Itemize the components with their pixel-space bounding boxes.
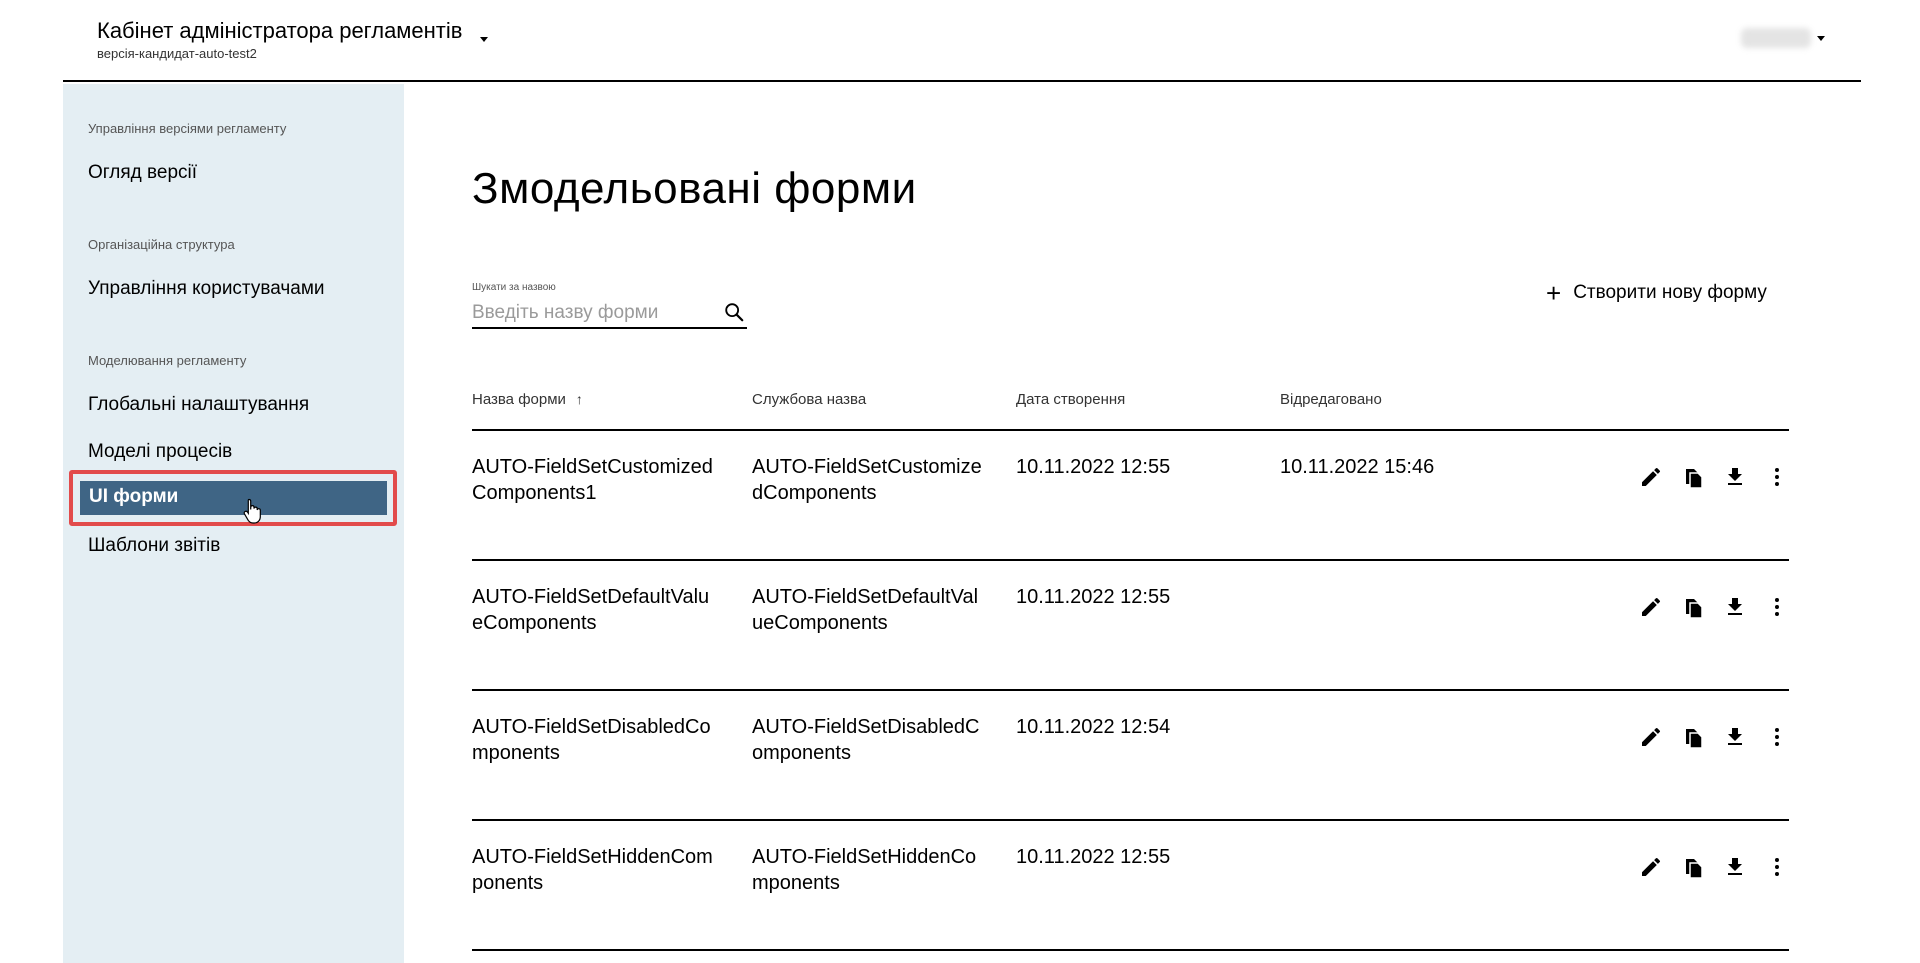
app-switcher[interactable]: Кабінет адміністратора регламентів версі… xyxy=(97,18,489,62)
table-row: AUTO-FieldSetDefaultValueComponents AUTO… xyxy=(472,561,1789,691)
main-content: Змодельовані форми Шукати за назвою + Ст… xyxy=(404,84,1861,963)
create-form-label: Створити нову форму xyxy=(1573,282,1767,303)
created-date-cell: 10.11.2022 12:55 xyxy=(1016,456,1171,478)
download-icon[interactable] xyxy=(1723,855,1747,879)
page-title: Змодельовані форми xyxy=(472,164,917,213)
sidebar-section-title: Організаційна структура xyxy=(88,237,235,252)
search-input[interactable] xyxy=(472,299,712,327)
copy-icon[interactable] xyxy=(1681,465,1705,489)
app-frame: Кабінет адміністратора регламентів версі… xyxy=(63,0,1861,963)
form-name-cell[interactable]: AUTO-FieldSetDisabledComponents xyxy=(472,715,717,766)
copy-icon[interactable] xyxy=(1681,595,1705,619)
row-actions xyxy=(1621,725,1789,749)
more-vert-icon[interactable] xyxy=(1765,725,1789,749)
column-header-created: Дата створення xyxy=(1016,391,1126,408)
copy-icon[interactable] xyxy=(1681,725,1705,749)
sidebar-item-report-templates[interactable]: Шаблони звітів xyxy=(88,535,220,557)
sidebar-item-version-overview[interactable]: Огляд версії xyxy=(88,162,197,184)
more-vert-icon[interactable] xyxy=(1765,465,1789,489)
row-actions xyxy=(1621,595,1789,619)
edited-date-cell: 10.11.2022 15:46 xyxy=(1280,456,1435,478)
pencil-icon[interactable] xyxy=(1639,725,1663,749)
sidebar-section-title: Моделювання регламенту xyxy=(88,353,247,368)
forms-table: Назва форми ↑ Службова назва Дата створен… xyxy=(472,391,1789,951)
pencil-icon[interactable] xyxy=(1639,855,1663,879)
pencil-icon[interactable] xyxy=(1639,595,1663,619)
row-actions xyxy=(1621,465,1789,489)
version-name: версія-кандидат-auto-test2 xyxy=(97,46,257,61)
download-icon[interactable] xyxy=(1723,465,1747,489)
search-label: Шукати за назвою xyxy=(472,282,556,293)
user-menu[interactable]: admin xyxy=(1741,28,1825,48)
row-actions xyxy=(1621,855,1789,879)
table-row: AUTO-FieldSetDisabledComponents AUTO-Fie… xyxy=(472,691,1789,821)
form-name-cell[interactable]: AUTO-FieldSetHiddenComponents xyxy=(472,845,717,896)
app-title-block: Кабінет адміністратора регламентів версі… xyxy=(97,18,462,62)
table-row: AUTO-FieldSetCustomizedComponents1 AUTO-… xyxy=(472,431,1789,561)
more-vert-icon[interactable] xyxy=(1765,855,1789,879)
sort-arrow-up-icon: ↑ xyxy=(575,391,583,407)
created-date-cell: 10.11.2022 12:55 xyxy=(1016,586,1171,608)
column-header-service-name: Службова назва xyxy=(752,391,867,408)
download-icon[interactable] xyxy=(1723,725,1747,749)
service-name-cell: AUTO-FieldSetHiddenComponents xyxy=(752,846,977,894)
column-header-edited: Відредаговано xyxy=(1280,391,1382,408)
service-name-cell: AUTO-FieldSetDefaultValueComponents xyxy=(752,586,979,634)
sidebar-item-process-models[interactable]: Моделі процесів xyxy=(88,441,232,463)
table-row: AUTO-FieldSetHiddenComponents AUTO-Field… xyxy=(472,821,1789,951)
search-icon[interactable] xyxy=(723,301,745,323)
user-name: admin xyxy=(1741,28,1811,48)
download-icon[interactable] xyxy=(1723,595,1747,619)
form-name-cell[interactable]: AUTO-FieldSetCustomizedComponents1 xyxy=(472,455,717,506)
created-date-cell: 10.11.2022 12:54 xyxy=(1016,716,1171,738)
form-name-cell[interactable]: AUTO-FieldSetDefaultValueComponents xyxy=(472,585,717,636)
sidebar-section-title: Управління версіями регламенту xyxy=(88,121,287,136)
sidebar-item-global-settings[interactable]: Глобальні налаштування xyxy=(88,394,309,416)
sidebar: Управління версіями регламенту Огляд вер… xyxy=(63,84,404,963)
column-header-label: Назва форми xyxy=(472,391,566,408)
chevron-down-icon xyxy=(1817,35,1825,41)
sidebar-item-users[interactable]: Управління користувачами xyxy=(88,278,325,300)
plus-icon: + xyxy=(1546,278,1562,308)
copy-icon[interactable] xyxy=(1681,855,1705,879)
sidebar-item-ui-forms[interactable]: UI форми xyxy=(80,481,387,515)
search-box: Шукати за назвою xyxy=(472,282,747,329)
create-form-button[interactable]: + Створити нову форму xyxy=(1546,278,1767,308)
created-date-cell: 10.11.2022 12:55 xyxy=(1016,846,1171,868)
chevron-down-icon xyxy=(480,37,489,42)
app-title: Кабінет адміністратора регламентів xyxy=(97,18,463,43)
service-name-cell: AUTO-FieldSetDisabledComponents xyxy=(752,716,980,764)
more-vert-icon[interactable] xyxy=(1765,595,1789,619)
search-field xyxy=(472,299,747,329)
column-header-name[interactable]: Назва форми ↑ xyxy=(472,391,583,408)
service-name-cell: AUTO-FieldSetCustomizedComponents xyxy=(752,456,982,504)
table-header: Назва форми ↑ Службова назва Дата створен… xyxy=(472,391,1789,431)
pencil-icon[interactable] xyxy=(1639,465,1663,489)
top-header: Кабінет адміністратора регламентів версі… xyxy=(63,0,1861,82)
